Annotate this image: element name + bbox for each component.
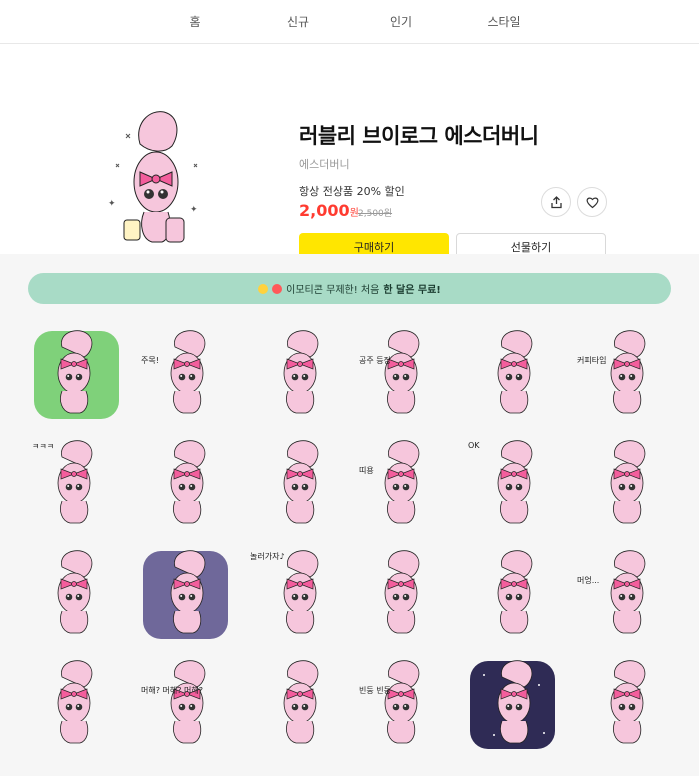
bunny-sticker-icon <box>170 330 206 414</box>
sticker-item[interactable]: 띠용 <box>355 435 452 535</box>
bunny-sticker-icon <box>57 550 93 634</box>
banner-text: 이모티콘 무제한! 처음 <box>286 285 380 296</box>
svg-text:✦: ✦ <box>108 199 116 209</box>
sticker-caption: 띠용 <box>359 466 374 475</box>
sticker-item[interactable]: 공주 등장 <box>355 325 452 425</box>
sticker-item[interactable] <box>355 545 452 645</box>
sticker-caption: 놀러가자♪ <box>250 552 285 561</box>
bunny-sticker-icon <box>283 440 319 524</box>
emoji-smile-icon <box>258 283 269 294</box>
sticker-item[interactable] <box>464 655 561 755</box>
sticker-item[interactable] <box>246 325 343 425</box>
bunny-sticker-icon <box>610 330 646 414</box>
bunny-sticker-icon <box>34 330 119 419</box>
product-title: 러블리 브이로그 에스더버니 <box>299 124 539 148</box>
bunny-sticker-icon <box>610 660 646 744</box>
bunny-sticker-icon <box>170 660 206 744</box>
sticker-caption: 공주 등장 <box>359 356 391 365</box>
bunny-sticker-icon <box>384 440 420 524</box>
bunny-sticker-icon <box>384 330 420 414</box>
sticker-section: 이모티콘 무제한! 처음 한 달은 무료! 주목! 공주 등장 커피타임 ㅋㅋㅋ… <box>0 254 699 776</box>
top-nav: 홈 신규 인기 스타일 <box>0 0 699 44</box>
price: 2,000원 <box>299 201 359 220</box>
sticker-item[interactable]: 빈둥 빈둥 <box>355 655 452 755</box>
original-price: 2,500원 <box>358 209 393 219</box>
bunny-sticker-icon <box>470 660 555 749</box>
product-header: ✦ ✦ 러블리 브이로그 에스더버니 에스더버니 항상 전상품 20% 할인 2… <box>0 44 699 262</box>
bunny-sticker-icon <box>384 550 420 634</box>
sticker-grid: 주목! 공주 등장 커피타임 ㅋㅋㅋ 띠용 OK 놀러가자♪ 머엉... 머해?… <box>28 325 671 755</box>
discount-text: 항상 전상품 20% 할인 <box>299 185 405 198</box>
sticker-item[interactable]: OK <box>464 435 561 535</box>
subscription-banner[interactable]: 이모티콘 무제한! 처음 한 달은 무료! <box>28 273 671 304</box>
svg-text:✦: ✦ <box>190 205 198 215</box>
sticker-item[interactable] <box>28 325 125 425</box>
sticker-caption: 빈둥 빈둥 <box>359 686 391 695</box>
sticker-item[interactable]: 머엉... <box>573 545 670 645</box>
share-button[interactable] <box>541 187 571 217</box>
tab-style[interactable]: 스타일 <box>453 0 556 43</box>
sticker-item[interactable]: 머해? 머해? 머해? <box>137 655 234 755</box>
sticker-item[interactable] <box>28 545 125 645</box>
sticker-caption: 주목! <box>141 356 159 365</box>
sticker-caption: 머엉... <box>577 576 600 585</box>
banner-text-bold: 한 달은 무료! <box>383 285 441 296</box>
sticker-item[interactable]: 놀러가자♪ <box>246 545 343 645</box>
heart-icon <box>586 197 598 208</box>
bunny-sticker-icon <box>384 660 420 744</box>
sticker-caption: OK <box>468 441 480 450</box>
sticker-item[interactable] <box>464 545 561 645</box>
share-icon <box>550 195 562 208</box>
bunny-sticker-icon <box>610 550 646 634</box>
sticker-item[interactable]: ㅋㅋㅋ <box>28 435 125 535</box>
bunny-sticker-icon <box>497 330 533 414</box>
sticker-item[interactable] <box>573 655 670 755</box>
bunny-sticker-icon <box>497 440 533 524</box>
sticker-caption: ㅋㅋㅋ <box>32 442 55 451</box>
sticker-item[interactable]: 주목! <box>137 325 234 425</box>
sticker-caption: 머해? 머해? 머해? <box>141 686 203 695</box>
sticker-item[interactable] <box>137 545 234 645</box>
bunny-sticker-icon <box>57 660 93 744</box>
like-button[interactable] <box>577 187 607 217</box>
product-author[interactable]: 에스더버니 <box>299 156 350 172</box>
sticker-item[interactable] <box>573 435 670 535</box>
sticker-item[interactable] <box>28 655 125 755</box>
price-value: 2,000 <box>299 201 350 220</box>
sticker-caption: 커피타임 <box>577 356 607 365</box>
product-thumbnail: ✦ ✦ <box>108 111 198 243</box>
bunny-sticker-icon <box>283 660 319 744</box>
plus-badge-icon <box>272 283 283 294</box>
sticker-item[interactable] <box>464 325 561 425</box>
bunny-sticker-icon <box>610 440 646 524</box>
bunny-sticker-icon <box>143 550 228 639</box>
bunny-sticker-icon <box>283 330 319 414</box>
tab-new[interactable]: 신규 <box>247 0 350 43</box>
tab-popular[interactable]: 인기 <box>350 0 453 43</box>
bunny-sticker-icon <box>497 550 533 634</box>
sticker-item[interactable]: 커피타임 <box>573 325 670 425</box>
sticker-item[interactable] <box>137 435 234 535</box>
sticker-item[interactable] <box>246 435 343 535</box>
bunny-sticker-icon <box>170 440 206 524</box>
tab-home[interactable]: 홈 <box>144 0 247 43</box>
sticker-item[interactable] <box>246 655 343 755</box>
